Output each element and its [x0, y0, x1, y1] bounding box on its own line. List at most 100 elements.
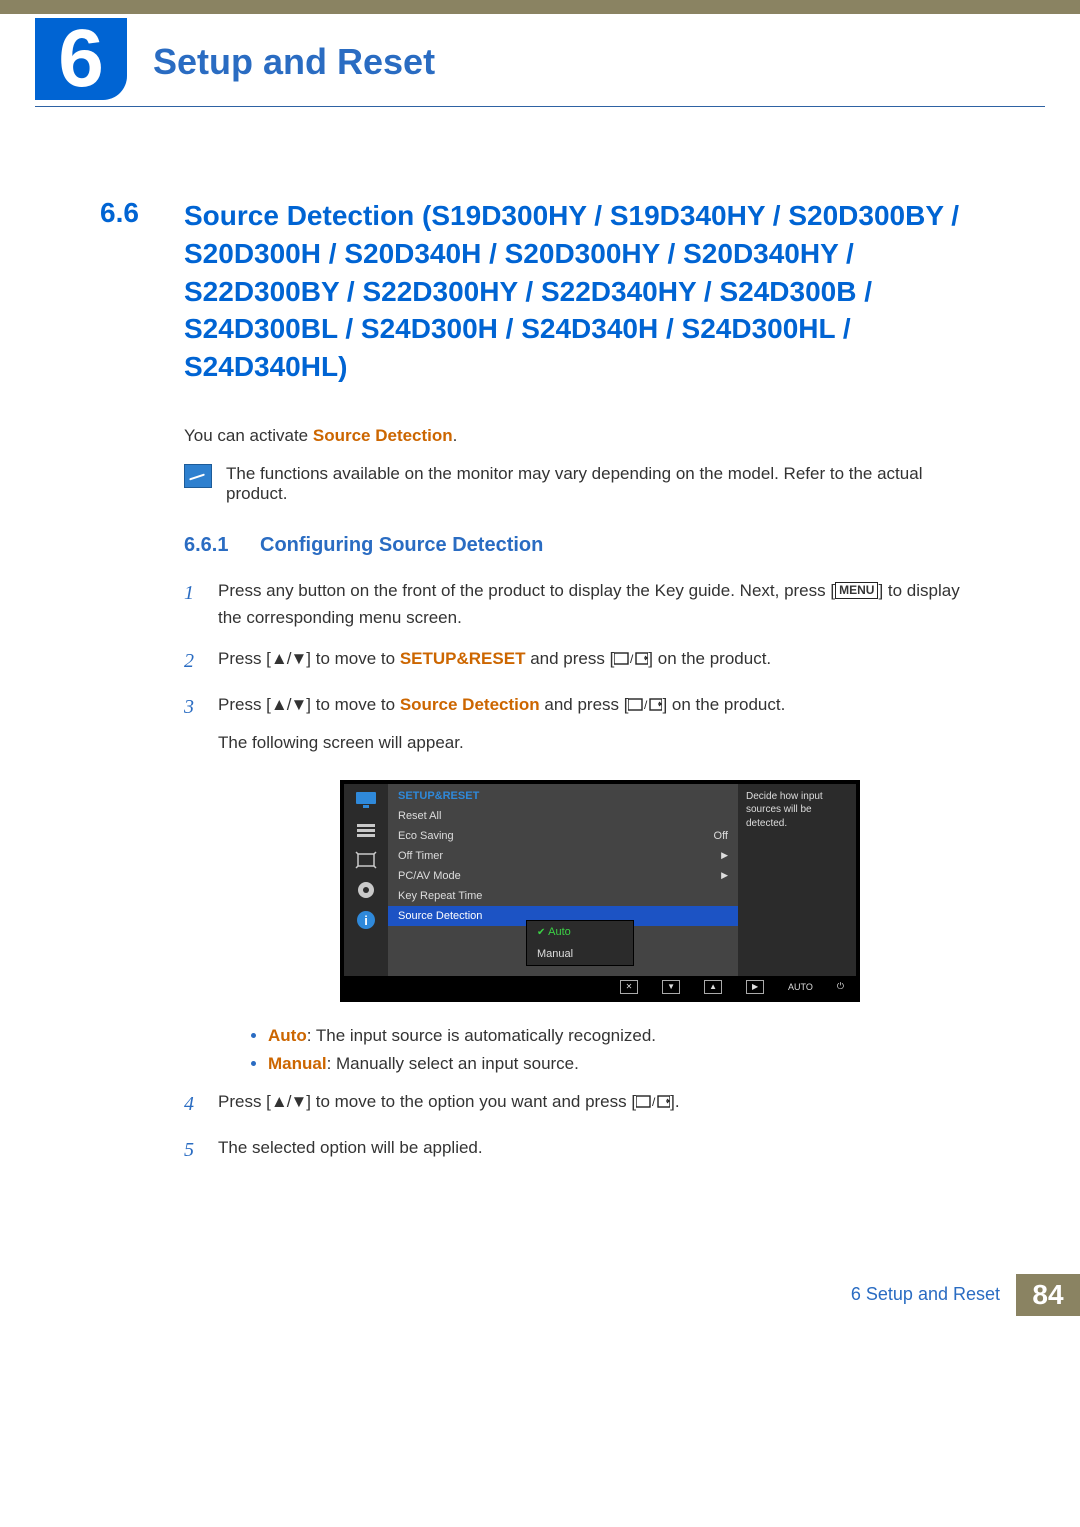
section-number: 6.6 [100, 197, 160, 386]
bullet-term: Manual [268, 1054, 327, 1073]
step-number: 5 [184, 1134, 202, 1166]
gear-icon [354, 880, 378, 900]
text-frag: Press [ [218, 649, 271, 668]
osd-row: Off Timer ▶ [388, 846, 738, 866]
top-accent-bar [0, 0, 1080, 14]
osd-row-label: Source Detection [398, 910, 482, 922]
section-heading: 6.6 Source Detection (S19D300HY / S19D34… [100, 197, 980, 386]
osd-sidebar: i [344, 784, 388, 976]
menu-key-icon: MENU [835, 582, 878, 599]
subsection-number: 6.6.1 [184, 534, 242, 557]
up-down-key-icon: ▲/▼ [271, 695, 306, 714]
osd-row: Key Repeat Time [388, 886, 738, 906]
note-text: The functions available on the monitor m… [226, 464, 980, 504]
step-3-followup: The following screen will appear. [218, 729, 785, 756]
osd-bottom-bar: ✕ ▼ ▲ ▶ AUTO ⏻ [344, 976, 856, 998]
osd-row-label: PC/AV Mode [398, 870, 461, 882]
step-2: 2 Press [▲/▼] to move to SETUP&RESET and… [184, 645, 980, 677]
resize-icon [354, 850, 378, 870]
up-down-key-icon: ▲/▼ [271, 1092, 306, 1111]
step-text: The selected option will be applied. [218, 1134, 483, 1166]
intro-prefix: You can activate [184, 426, 313, 445]
bullet-auto: Auto: The input source is automatically … [268, 1026, 980, 1046]
setup-reset-term: SETUP&RESET [400, 649, 526, 668]
note-row: The functions available on the monitor m… [184, 464, 980, 504]
chapter-header: 6 Setup and Reset [35, 14, 1045, 107]
text-frag: ]. [670, 1092, 679, 1111]
osd-row-value: Off [714, 830, 728, 842]
text-frag: ] on the product. [648, 649, 771, 668]
footer-page-number: 84 [1016, 1274, 1080, 1316]
text-frag: and press [ [525, 649, 614, 668]
osd-right-icon: ▶ [746, 980, 764, 994]
option-bullets: Auto: The input source is automatically … [228, 1026, 980, 1074]
monitor-icon [354, 790, 378, 810]
osd-row-label: Off Timer [398, 850, 443, 862]
osd-main-panel: SETUP&RESET Reset All Eco Saving Off Off … [388, 784, 738, 976]
intro-line: You can activate Source Detection. [184, 426, 980, 446]
text-frag: ] on the product. [662, 695, 785, 714]
osd-close-icon: ✕ [620, 980, 638, 994]
source-enter-key-icon: / [628, 695, 662, 714]
intro-suffix: . [453, 426, 458, 445]
chapter-title: Setup and Reset [153, 41, 435, 83]
bullet-text: : Manually select an input source. [327, 1054, 579, 1073]
osd-row: PC/AV Mode ▶ [388, 866, 738, 886]
source-detection-term: Source Detection [400, 695, 540, 714]
subsection-title: Configuring Source Detection [260, 534, 543, 557]
bullet-term: Auto [268, 1026, 307, 1045]
osd-power-icon: ⏻ [837, 981, 844, 992]
svg-text:/: / [652, 1095, 656, 1109]
text-frag: ] to move to the option you want and pre… [306, 1092, 636, 1111]
text-frag: ] to move to [306, 695, 400, 714]
osd-title: SETUP&RESET [388, 788, 738, 806]
osd-auto-label: AUTO [788, 982, 813, 992]
osd-frame: i SETUP&RESET Reset All Eco Saving Off Of… [340, 780, 860, 1002]
step-number: 4 [184, 1088, 202, 1120]
step-3: 3 Press [▲/▼] to move to Source Detectio… [184, 691, 980, 755]
text-frag: Press [ [218, 1092, 271, 1111]
text-frag: Press [ [218, 695, 271, 714]
step-text: Press [▲/▼] to move to Source Detection … [218, 691, 785, 755]
up-down-key-icon: ▲/▼ [271, 649, 306, 668]
osd-popup-auto: Auto [527, 921, 633, 943]
sliders-icon [354, 820, 378, 840]
svg-text:/: / [644, 698, 648, 712]
chapter-number-badge: 6 [35, 18, 127, 100]
step-1: 1 Press any button on the front of the p… [184, 577, 980, 631]
osd-row-label: Key Repeat Time [398, 890, 482, 902]
step-number: 1 [184, 577, 202, 631]
page-footer: 6 Setup and Reset 84 [851, 1274, 1080, 1316]
osd-info-panel: Decide how input sources will be detecte… [738, 784, 856, 976]
step-number: 3 [184, 691, 202, 755]
osd-row-label: Reset All [398, 810, 441, 822]
osd-popup-manual: Manual [527, 943, 633, 965]
text-frag: and press [ [540, 695, 629, 714]
bullet-text: : The input source is automatically reco… [307, 1026, 656, 1045]
osd-row-label: Eco Saving [398, 830, 454, 842]
info-icon: i [354, 910, 378, 930]
footer-chapter-label: 6 Setup and Reset [851, 1274, 1016, 1316]
osd-row: Reset All [388, 806, 738, 826]
intro-term: Source Detection [313, 426, 453, 445]
step-4: 4 Press [▲/▼] to move to the option you … [184, 1088, 980, 1120]
step-text: Press [▲/▼] to move to the option you wa… [218, 1088, 680, 1120]
osd-row: Eco Saving Off [388, 826, 738, 846]
osd-row-value: ▶ [721, 850, 728, 862]
subsection-heading: 6.6.1 Configuring Source Detection [184, 534, 980, 557]
svg-text:i: i [364, 913, 368, 928]
bullet-manual: Manual: Manually select an input source. [268, 1054, 980, 1074]
osd-popup: Auto Manual [526, 920, 634, 966]
text-frag: ] to move to [306, 649, 400, 668]
osd-row-value: ▶ [721, 870, 728, 882]
osd-figure: i SETUP&RESET Reset All Eco Saving Off Of… [340, 780, 980, 1002]
source-enter-key-icon: / [614, 649, 648, 668]
osd-down-icon: ▼ [662, 980, 680, 994]
note-icon [184, 464, 212, 488]
source-enter-key-icon: / [636, 1092, 670, 1111]
step-text: Press [▲/▼] to move to SETUP&RESET and p… [218, 645, 771, 677]
page: 6 Setup and Reset 6.6 Source Detection (… [0, 14, 1080, 1316]
osd-up-icon: ▲ [704, 980, 722, 994]
section-title: Source Detection (S19D300HY / S19D340HY … [184, 197, 980, 386]
svg-text:/: / [630, 652, 634, 666]
